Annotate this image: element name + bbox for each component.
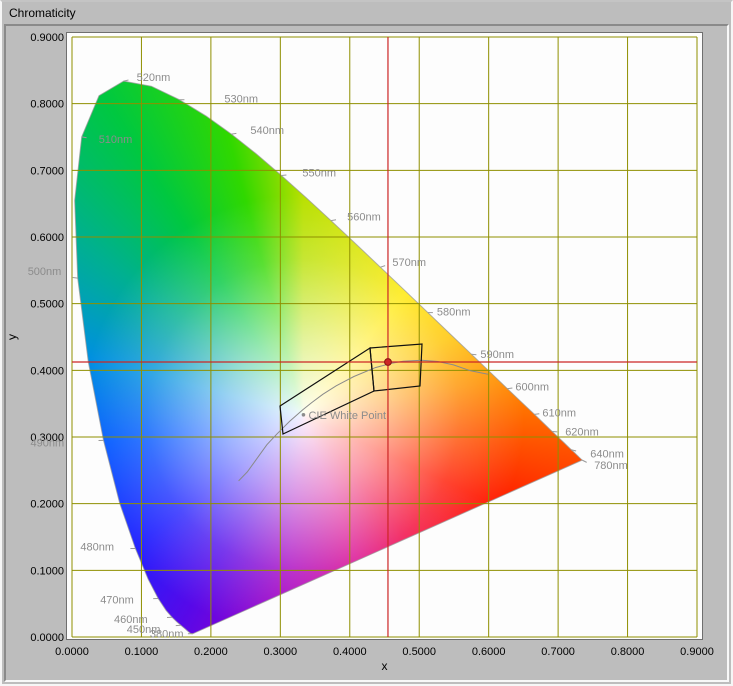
chromaticity-window: Chromaticity 0.00000.10000.20000.30000.4…: [0, 0, 733, 686]
window-title: Chromaticity: [9, 6, 76, 20]
